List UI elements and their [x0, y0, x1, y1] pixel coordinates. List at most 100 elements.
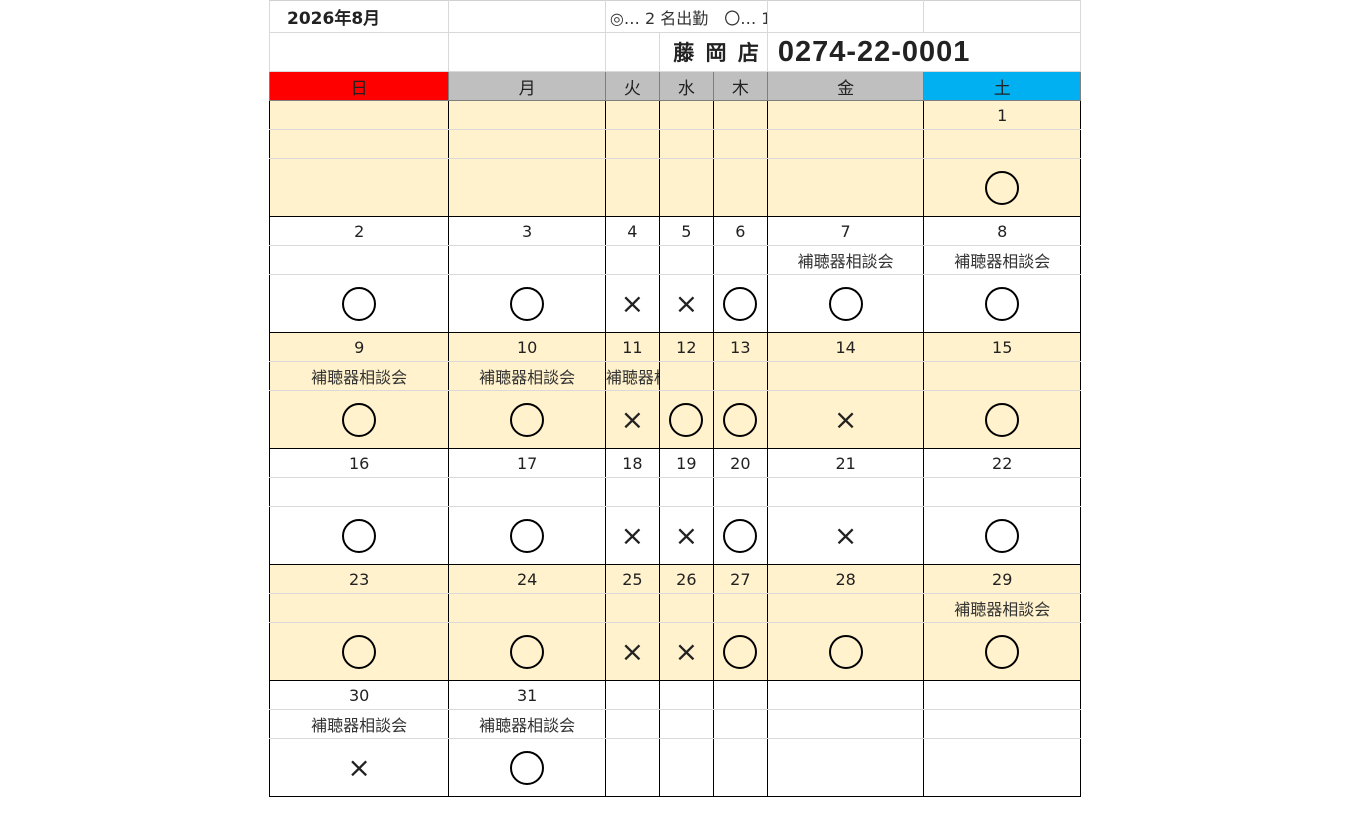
day-attendance-mark [448, 738, 606, 797]
day-event-note: 補聴器相談会 [604, 361, 660, 391]
week-num-row: 9 10 11 12 13 14 15 [268, 332, 1081, 362]
day-event-note: 補聴器相談会 [268, 361, 450, 391]
day-event-note [448, 245, 606, 275]
day-attendance-mark [923, 158, 1081, 217]
day-attendance-mark [268, 622, 450, 681]
day-attendance-mark [268, 506, 450, 565]
day-attendance-mark [268, 274, 450, 333]
day-number [923, 680, 1081, 710]
day-number: 21 [766, 448, 925, 478]
one-staff-circle-icon [342, 403, 377, 437]
day-attendance-mark [268, 390, 450, 449]
day-attendance-mark: × [604, 274, 660, 333]
week-num-row: 30 31 [268, 680, 1081, 710]
day-attendance-mark: × [766, 390, 925, 449]
day-event-note [923, 477, 1081, 507]
weekday-saturday: 土 [923, 71, 1081, 101]
day-event-note [766, 361, 925, 391]
week-note-row [268, 129, 1081, 159]
day-event-note [268, 593, 450, 623]
day-event-note [448, 129, 606, 159]
day-attendance-mark [766, 738, 925, 797]
day-event-note [923, 361, 1081, 391]
week-note-row: 補聴器相談会補聴器相談会補聴器相談会 [268, 361, 1081, 391]
day-attendance-mark [923, 506, 1081, 565]
week-mark-row: × × × [268, 506, 1081, 565]
day-event-note [604, 709, 660, 739]
weekday-tuesday: 火 [604, 71, 660, 101]
one-staff-circle-icon [342, 287, 377, 321]
day-event-note [766, 593, 925, 623]
day-event-note [766, 129, 925, 159]
day-attendance-mark [766, 158, 925, 217]
day-attendance-mark [766, 622, 925, 681]
week-block: 23 24 25 26 27 28 29 補聴器相談会 × × [268, 564, 1081, 681]
day-event-note [604, 593, 660, 623]
day-number: 14 [766, 332, 925, 362]
empty-cell [766, 0, 925, 33]
day-number: 19 [658, 448, 714, 478]
week-mark-row: × × [268, 274, 1081, 333]
week-note-row: 補聴器相談会 [268, 593, 1081, 623]
day-number [604, 680, 660, 710]
one-staff-circle-icon [669, 403, 704, 437]
day-attendance-mark [604, 158, 660, 217]
day-number: 12 [658, 332, 714, 362]
day-event-note [658, 361, 714, 391]
weekday-monday: 月 [448, 71, 606, 101]
day-event-note: 補聴器相談会 [448, 361, 606, 391]
one-staff-circle-icon [723, 519, 758, 553]
day-event-note [268, 245, 450, 275]
week-num-row: 1 [268, 100, 1081, 130]
day-event-note [658, 593, 714, 623]
day-attendance-mark: × [658, 506, 714, 565]
day-attendance-mark [923, 738, 1081, 797]
day-number: 17 [448, 448, 606, 478]
day-attendance-mark [448, 274, 606, 333]
one-staff-circle-icon [723, 287, 758, 321]
day-event-note: 補聴器相談会 [448, 709, 606, 739]
day-attendance-mark [712, 506, 768, 565]
day-number: 23 [268, 564, 450, 594]
day-event-note [923, 129, 1081, 159]
day-event-note [448, 593, 606, 623]
day-event-note: 補聴器相談会 [923, 245, 1081, 275]
week-block: 30 31 補聴器相談会 補聴器相談会 × [268, 680, 1081, 797]
day-number: 24 [448, 564, 606, 594]
day-attendance-mark [923, 622, 1081, 681]
day-attendance-mark [658, 390, 714, 449]
day-number: 7 [766, 216, 925, 246]
day-number [604, 100, 660, 130]
store-phone: 0274-22-0001 [766, 32, 1082, 72]
empty-cell [448, 0, 606, 33]
day-number: 18 [604, 448, 660, 478]
day-number [712, 680, 768, 710]
one-staff-circle-icon [985, 403, 1020, 437]
day-attendance-mark [604, 738, 660, 797]
week-note-row: 補聴器相談会 補聴器相談会 [268, 709, 1081, 739]
one-staff-circle-icon [828, 635, 863, 669]
day-number: 22 [923, 448, 1081, 478]
day-event-note: 補聴器相談会 [766, 245, 925, 275]
day-number: 27 [712, 564, 768, 594]
day-number: 29 [923, 564, 1081, 594]
day-event-note [268, 477, 450, 507]
week-mark-row: × [268, 738, 1081, 797]
day-attendance-mark [923, 390, 1081, 449]
day-attendance-mark: × [604, 506, 660, 565]
day-attendance-mark [712, 158, 768, 217]
day-event-note [712, 477, 768, 507]
header-row-1: 2026年8月 ◎… 2 名出勤 〇… 1 名出勤 ×…不在 [268, 0, 1081, 33]
day-number [448, 100, 606, 130]
day-event-note [766, 709, 925, 739]
day-event-note [658, 129, 714, 159]
day-number: 11 [604, 332, 660, 362]
week-note-row [268, 477, 1081, 507]
one-staff-circle-icon [342, 635, 377, 669]
day-event-note [658, 709, 714, 739]
schedule-sheet: 2026年8月 ◎… 2 名出勤 〇… 1 名出勤 ×…不在 藤 岡 店 027… [268, 0, 1082, 797]
day-attendance-mark [766, 274, 925, 333]
empty-cell [923, 0, 1081, 33]
weekday-header-row: 日 月 火 水 木 金 土 [268, 71, 1081, 101]
day-number [766, 100, 925, 130]
